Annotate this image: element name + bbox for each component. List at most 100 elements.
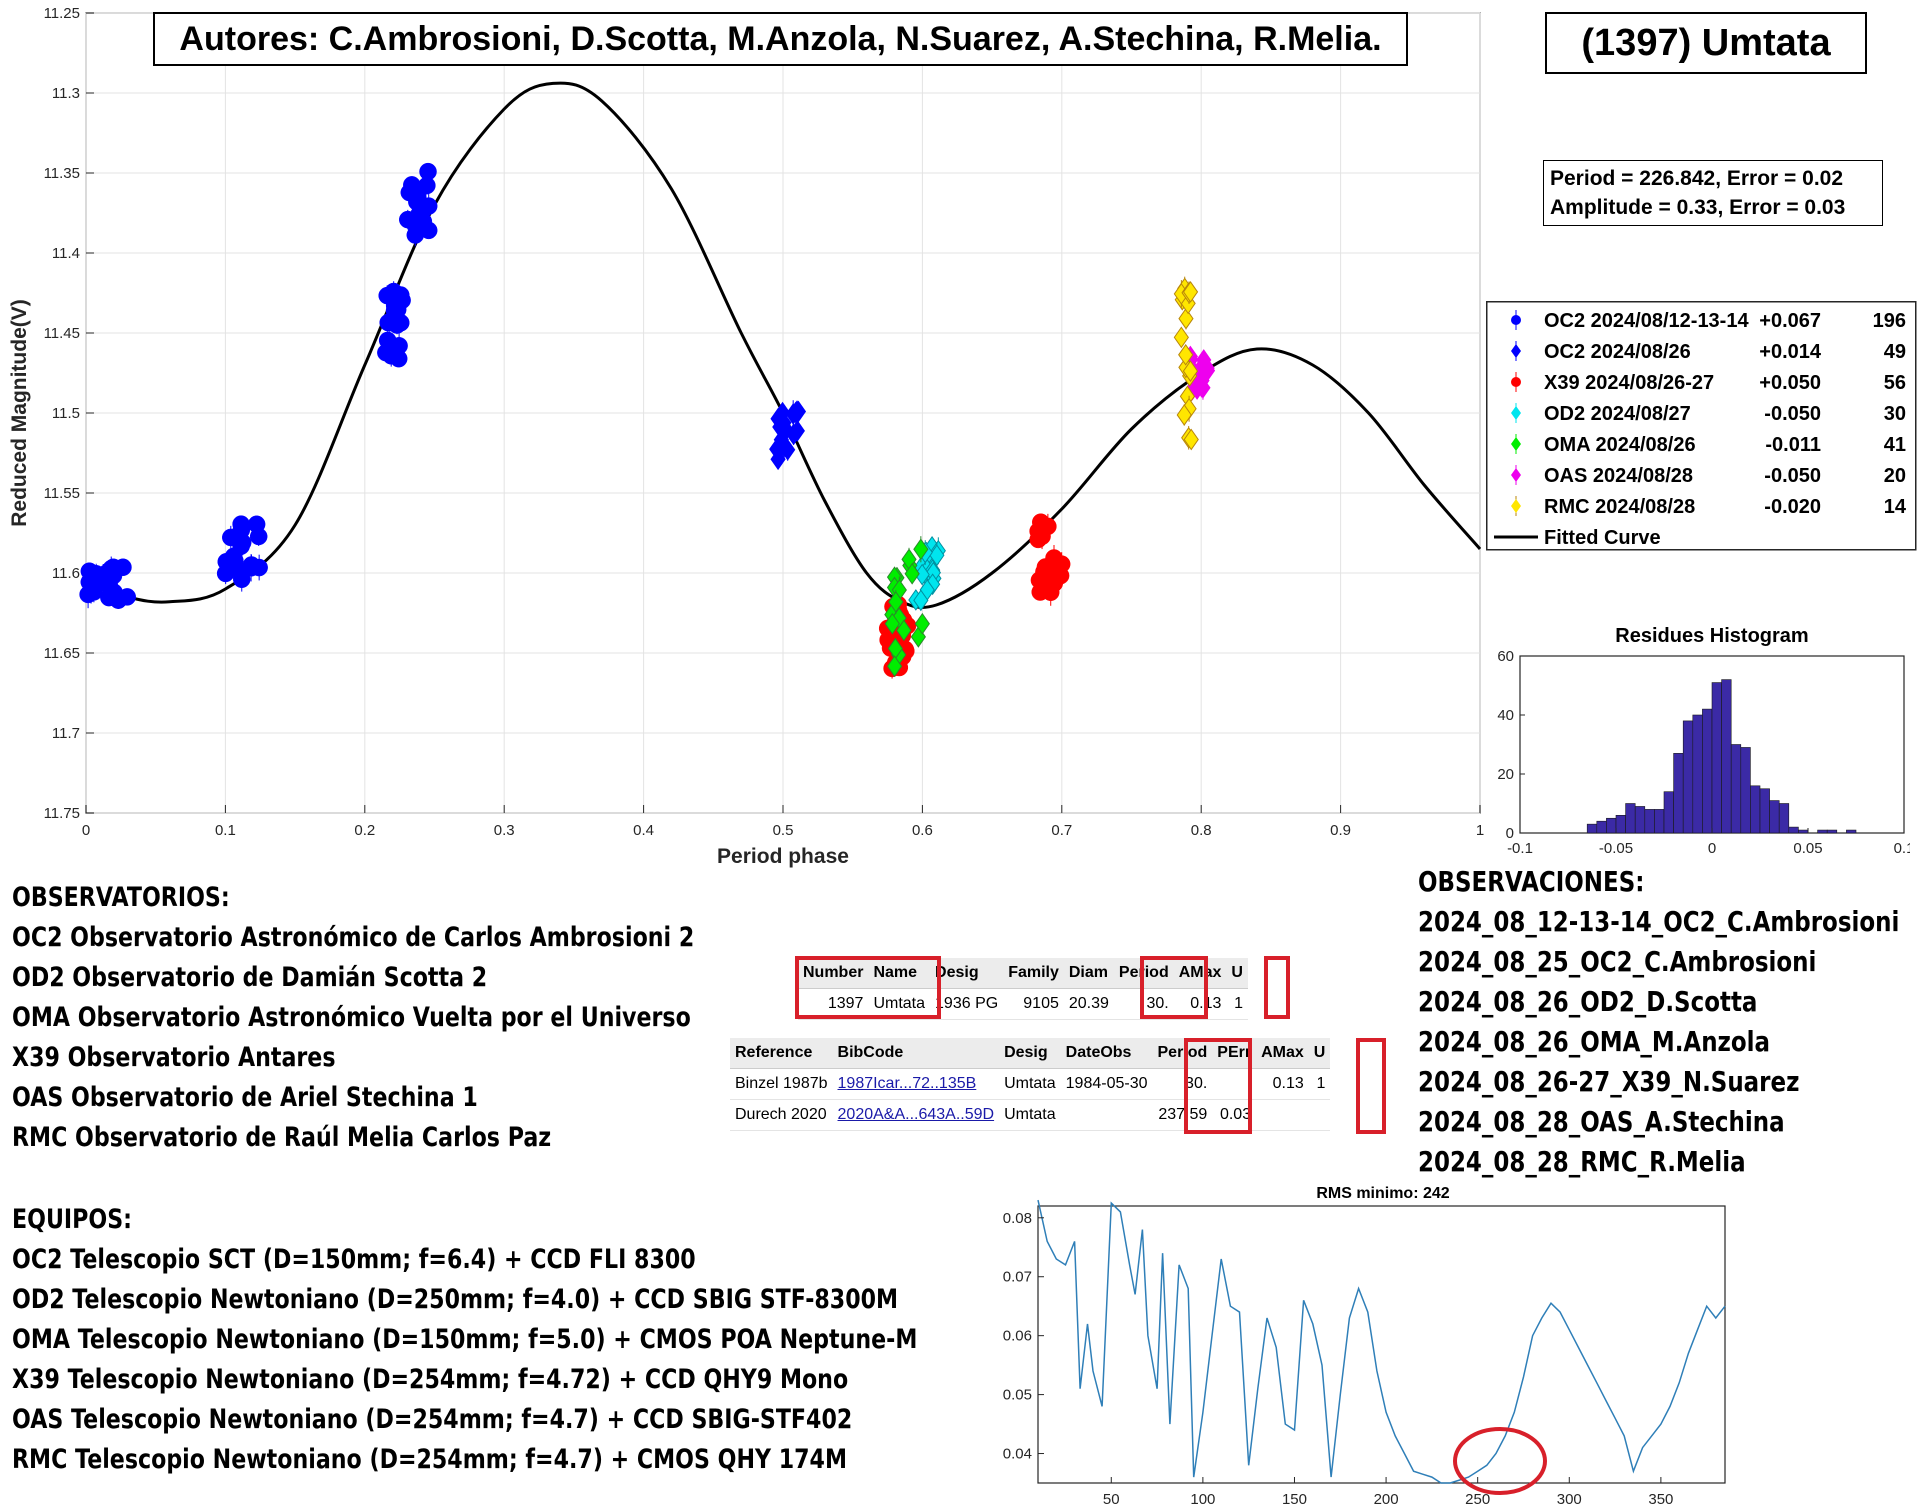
histogram-bar: [1682, 720, 1694, 834]
legend-label: RMC 2024/08/28: [1544, 496, 1695, 518]
authors-title: Autores: C.Ambrosioni, D.Scotta, M.Anzol…: [179, 19, 1382, 58]
y-tick-label: 11.5: [52, 405, 80, 422]
cell-u: 1: [1308, 1068, 1331, 1100]
x-tick-label: 0.2: [354, 822, 375, 839]
histogram-bar: [1654, 809, 1665, 834]
legend-label: OAS 2024/08/28: [1544, 465, 1693, 487]
equipo-item: OC2 Telescopio SCT (D=150mm; f=6.4) + CC…: [12, 1244, 696, 1275]
equipos-section: EQUIPOS: OC2 Telescopio SCT (D=150mm; f=…: [12, 1200, 917, 1480]
cell-amax: [1256, 1099, 1309, 1131]
y-tick-label: 11.25: [44, 5, 80, 22]
col-diam: Diam: [1063, 958, 1114, 989]
cell-amax: 0.13: [1256, 1068, 1309, 1100]
legend-label: OMA 2024/08/26: [1544, 434, 1696, 456]
legend-label: X39 2024/08/26-27: [1544, 372, 1714, 394]
histogram-bar: [1788, 826, 1799, 834]
legend-count: 30: [1884, 403, 1906, 425]
hist-x-tick-label: -0.1: [1507, 840, 1533, 857]
y-tick-label: 11.3: [52, 85, 80, 102]
y-tick-label: 11.45: [44, 325, 80, 342]
hist-y-tick-label: 0: [1506, 825, 1514, 842]
data-point-circle: [85, 583, 103, 601]
col-amax: AMax: [1256, 1038, 1309, 1069]
x-tick-label: 1: [1476, 822, 1484, 839]
legend-count: 20: [1884, 465, 1906, 487]
observatorio-item: OMA Observatorio Astronómico Vuelta por …: [12, 1002, 691, 1033]
equipo-item: OD2 Telescopio Newtoniano (D=250mm; f=4.…: [12, 1284, 899, 1315]
col-reference: Reference: [730, 1038, 833, 1069]
highlight-number-name: [795, 956, 941, 1019]
chart-legend: OC2 2024/08/12-13-14 +0.067 196 OC2 2024/08…: [1486, 301, 1917, 551]
observatorios-heading: OBSERVATORIOS:: [12, 882, 230, 913]
cell-dateobs: 1984-05-30: [1060, 1068, 1153, 1100]
cell-reference: Binzel 1987b: [730, 1068, 833, 1100]
legend-offset: -0.050: [1764, 403, 1821, 425]
histogram-bar: [1625, 803, 1636, 834]
legend-count: 49: [1884, 341, 1906, 363]
x-tick-label: 0.4: [633, 822, 654, 839]
legend-count: 41: [1884, 434, 1906, 456]
data-point-circle: [403, 176, 421, 194]
fit-period: Period = 226.842, Error = 0.02: [1550, 167, 1844, 190]
observacion-item: 2024_08_28_OAS_A.Stechina: [1418, 1105, 1785, 1138]
col-u: U: [1308, 1038, 1331, 1069]
y-tick-label: 11.6: [52, 565, 80, 582]
rms-periodogram: RMS minimo: 242 50 100 150 200 250 300 3500.04…: [1003, 1185, 1726, 1506]
col-u: U: [1226, 958, 1248, 989]
histogram-bar: [1778, 803, 1790, 834]
histogram-bar: [1769, 800, 1780, 834]
cell-u: [1308, 1099, 1331, 1131]
legend-offset: +0.050: [1759, 372, 1821, 394]
histogram-bar: [1702, 708, 1713, 834]
legend-circle-marker: [1511, 377, 1521, 387]
data-point-circle: [1039, 517, 1057, 536]
rms-y-tick-label: 0.05: [1003, 1387, 1032, 1404]
histogram-bar: [1692, 714, 1703, 834]
rms-y-tick-label: 0.06: [1003, 1328, 1032, 1345]
observacion-item: 2024_08_26_OD2_D.Scotta: [1418, 985, 1758, 1018]
histogram-bar: [1846, 829, 1857, 834]
bibcode-link[interactable]: 2020A&A...643A..59D: [832, 1099, 1000, 1131]
hist-y-tick-label: 60: [1497, 648, 1514, 665]
data-point-circle: [80, 562, 99, 580]
equipo-item: RMC Telescopio Newtoniano (D=254mm; f=4.…: [12, 1444, 848, 1475]
equipo-item: OMA Telescopio Newtoniano (D=150mm; f=5.…: [12, 1324, 918, 1355]
data-point-circle: [104, 558, 123, 577]
cell-dateobs: [1060, 1099, 1153, 1131]
histogram-bar: [1711, 682, 1722, 834]
observatorios-section: OBSERVATORIOS: OC2 Observatorio Astronóm…: [12, 878, 694, 1158]
cell-reference: Durech 2020: [730, 1099, 833, 1131]
fit-amplitude: Amplitude = 0.33, Error = 0.03: [1550, 196, 1846, 219]
col-dateobs: DateObs: [1060, 1038, 1153, 1069]
histogram-bar: [1634, 806, 1646, 834]
hist-y-tick-label: 40: [1497, 707, 1514, 724]
histogram-bar: [1817, 829, 1828, 834]
observatorio-item: RMC Observatorio de Raúl Melia Carlos Pa…: [12, 1122, 552, 1153]
col-desig: Desig: [930, 958, 1004, 989]
data-point-circle: [1032, 582, 1051, 600]
x-tick-label: 0.8: [1191, 822, 1212, 839]
x-axis-label: Period phase: [717, 845, 849, 868]
data-point-circle: [222, 528, 240, 547]
y-axis-label: Reduced Magnitude(V): [8, 299, 31, 527]
histogram-bar: [1644, 809, 1655, 834]
rms-y-tick-label: 0.04: [1003, 1446, 1032, 1463]
data-point-circle: [247, 515, 266, 534]
data-point-circle: [109, 591, 128, 609]
y-tick-label: 11.7: [52, 725, 80, 742]
cell-diam: 20.39: [1063, 988, 1114, 1020]
rms-x-tick-label: 300: [1557, 1491, 1582, 1506]
histogram-bar: [1730, 744, 1742, 834]
histogram-bar: [1759, 788, 1770, 834]
rms-title: RMS minimo: 242: [1316, 1185, 1449, 1202]
x-tick-label: 0.6: [912, 822, 933, 839]
histogram-bar: [1606, 817, 1617, 834]
bibcode-link[interactable]: 1987Icar...72..135B: [832, 1068, 1000, 1100]
cell-family: 9105: [1003, 988, 1064, 1020]
legend-label: Fitted Curve: [1544, 527, 1661, 549]
observatorio-item: OAS Observatorio de Ariel Stechina 1: [12, 1082, 478, 1113]
cell-desig: Umtata: [999, 1068, 1061, 1100]
observacion-item: 2024_08_26_OMA_M.Anzola: [1418, 1025, 1771, 1058]
histogram-bar: [1596, 820, 1607, 834]
data-point-circle: [418, 176, 436, 195]
